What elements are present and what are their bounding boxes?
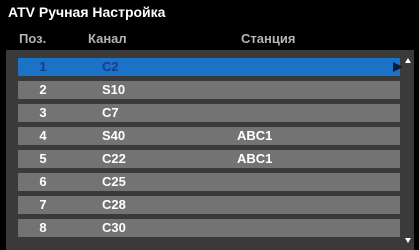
channel-row-6[interactable]: 6 C25: [18, 173, 400, 191]
channel-row-8[interactable]: 8 C30: [18, 219, 400, 237]
row-position: 6: [39, 174, 47, 189]
column-header-station: Станция: [241, 31, 296, 46]
row-channel: C22: [102, 151, 126, 166]
row-channel: S10: [102, 82, 126, 97]
column-header-channel: Канал: [88, 31, 127, 46]
channel-row-3[interactable]: 3 C7: [18, 104, 400, 122]
column-header-position: Поз.: [19, 31, 47, 46]
row-position: 2: [39, 82, 47, 97]
row-channel: C30: [102, 220, 126, 235]
row-position: 4: [39, 128, 47, 143]
right-triangle-icon: [393, 62, 403, 72]
channel-row-2[interactable]: 2 S10: [18, 81, 400, 99]
row-channel: C2: [102, 59, 119, 74]
row-station: ABC1: [237, 128, 273, 143]
row-position: 7: [39, 197, 47, 212]
channel-row-5[interactable]: 5 C22 ABC1: [18, 150, 400, 168]
page-title: ATV Ручная Настройка: [8, 4, 166, 20]
row-channel: C28: [102, 197, 126, 212]
row-channel: S40: [102, 128, 126, 143]
row-position: 1: [39, 59, 47, 74]
row-position: 3: [39, 105, 47, 120]
row-channel: C7: [102, 105, 119, 120]
channel-row-1[interactable]: 1 C2: [18, 58, 403, 76]
row-station: ABC1: [237, 151, 273, 166]
row-channel: C25: [102, 174, 126, 189]
row-position: 8: [39, 220, 47, 235]
channel-row-4[interactable]: 4 S40 ABC1: [18, 127, 400, 145]
row-position: 5: [39, 151, 47, 166]
scroll-down-arrow-icon[interactable]: [405, 238, 411, 243]
channel-row-7[interactable]: 7 C28: [18, 196, 400, 214]
scroll-up-arrow-icon[interactable]: [405, 58, 411, 63]
